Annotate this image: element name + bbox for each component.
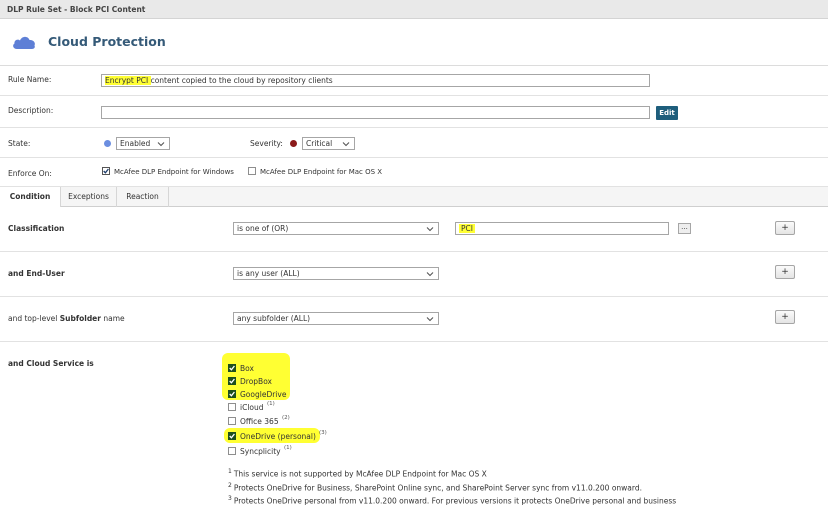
- classification-operator-select[interactable]: is one of (OR): [233, 222, 439, 235]
- footnote-3: 3 Protects OneDrive personal from v11.0.2…: [228, 495, 676, 506]
- checkmark-icon: [229, 378, 235, 384]
- cloud-service-checkbox[interactable]: [228, 377, 236, 385]
- rule-name-text: content copied to the cloud by repositor…: [150, 76, 333, 85]
- subfolder-row: and top-level Subfolder name any subfold…: [0, 297, 828, 342]
- cloud-service-name: Syncplicity: [240, 447, 281, 456]
- enforce-row: Enforce On: McAfee DLP Endpoint for Wind…: [0, 158, 828, 186]
- rule-tabs: Condition Exceptions Reaction: [0, 186, 828, 207]
- state-row: State: Enabled Severity: Critical: [0, 128, 828, 158]
- cloud-service-checkbox[interactable]: [228, 432, 236, 440]
- footnote-text: This service is not supported by McAfee …: [233, 469, 487, 479]
- cloud-service-footnote-ref: (3): [319, 430, 327, 436]
- tab-reaction[interactable]: Reaction: [117, 187, 169, 207]
- enforce-mac-label: McAfee DLP Endpoint for Mac OS X: [260, 168, 383, 176]
- subfolder-label-bold: Subfolder: [59, 314, 101, 323]
- state-select[interactable]: Enabled: [116, 137, 170, 150]
- rule-name-row: Rule Name: Encrypt PCI content copied to…: [0, 66, 828, 96]
- cloud-icon: [13, 36, 35, 49]
- description-label: Description:: [8, 106, 54, 115]
- chevron-down-icon: [426, 317, 434, 322]
- footnote-1: 1 This service is not supported by McAfee…: [228, 468, 487, 479]
- footnote-number: 2: [228, 482, 232, 489]
- cloud-service-checkbox[interactable]: [228, 447, 236, 455]
- footnote-text: Protects OneDrive personal from v11.0.20…: [233, 496, 677, 506]
- chevron-down-icon: [342, 142, 350, 147]
- cloud-service-checkbox[interactable]: [228, 390, 236, 398]
- rule-name-highlight: Encrypt PCI: [105, 76, 151, 85]
- enforce-windows-checkbox[interactable]: [102, 167, 110, 175]
- enforce-windows-label: McAfee DLP Endpoint for Windows: [114, 168, 234, 176]
- chevron-down-icon: [157, 142, 165, 147]
- description-input[interactable]: [101, 106, 650, 119]
- rule-name-input[interactable]: Encrypt PCI content copied to the cloud …: [101, 74, 650, 87]
- footnote-2: 2 Protects OneDrive for Business, SharePo…: [228, 482, 642, 493]
- subfolder-label-post: name: [100, 314, 125, 323]
- tab-exceptions[interactable]: Exceptions: [61, 187, 117, 207]
- subfolder-operator-value: any subfolder (ALL): [237, 314, 311, 323]
- rule-name-label: Rule Name:: [8, 75, 52, 84]
- description-row: Description: Edit: [0, 96, 828, 128]
- classification-value-input[interactable]: PCI: [455, 222, 669, 235]
- window-titlebar: DLP Rule Set - Block PCI Content: [0, 0, 828, 19]
- classification-value: PCI: [459, 224, 475, 233]
- edit-button[interactable]: Edit: [656, 106, 678, 120]
- classification-label: Classification: [8, 224, 65, 233]
- classification-add-button[interactable]: +: [775, 221, 795, 235]
- end-user-add-button[interactable]: +: [775, 265, 795, 279]
- window-title: DLP Rule Set - Block PCI Content: [7, 5, 146, 14]
- severity-value: Critical: [306, 139, 333, 148]
- page-header: Cloud Protection: [0, 19, 828, 66]
- cloud-service-name: Box: [240, 364, 254, 373]
- cloud-service-name: OneDrive (personal): [240, 432, 316, 441]
- cloud-service-name: GoogleDrive: [240, 390, 287, 399]
- chevron-down-icon: [426, 272, 434, 277]
- enforce-label: Enforce On:: [8, 169, 52, 178]
- subfolder-label: and top-level Subfolder name: [8, 314, 125, 323]
- cloud-service-footnote-ref: (1): [284, 445, 292, 451]
- classification-operator-value: is one of (OR): [237, 224, 289, 233]
- cloud-service-name: Office 365: [240, 417, 279, 426]
- cloud-service-footnote-ref: (1): [267, 401, 275, 407]
- checkmark-icon: [229, 391, 235, 397]
- cloud-service-checkbox[interactable]: [228, 364, 236, 372]
- chevron-down-icon: [426, 227, 434, 232]
- tab-condition[interactable]: Condition: [0, 187, 61, 207]
- subfolder-add-button[interactable]: +: [775, 310, 795, 324]
- classification-row: Classification is one of (OR) PCI ... +: [0, 207, 828, 252]
- checkmark-icon: [229, 365, 235, 371]
- state-value: Enabled: [120, 139, 151, 148]
- page-title: Cloud Protection: [48, 34, 166, 49]
- state-label: State:: [8, 139, 31, 148]
- cloud-service-label: and Cloud Service is: [8, 359, 94, 368]
- cloud-service-name: iCloud: [240, 403, 264, 412]
- end-user-label: and End-User: [8, 269, 65, 278]
- footnote-number: 1: [228, 468, 232, 475]
- enforce-mac-checkbox[interactable]: [248, 167, 256, 175]
- footnote-text: Protects OneDrive for Business, SharePoi…: [233, 483, 642, 493]
- end-user-operator-select[interactable]: is any user (ALL): [233, 267, 439, 280]
- subfolder-operator-select[interactable]: any subfolder (ALL): [233, 312, 439, 325]
- footnote-number: 3: [228, 495, 232, 502]
- cloud-service-checkbox[interactable]: [228, 417, 236, 425]
- severity-select[interactable]: Critical: [302, 137, 355, 150]
- end-user-row: and End-User is any user (ALL) +: [0, 252, 828, 297]
- cloud-service-footnote-ref: (2): [282, 415, 290, 421]
- cloud-service-checkbox[interactable]: [228, 403, 236, 411]
- cloud-service-name: DropBox: [240, 377, 272, 386]
- classification-browse-button[interactable]: ...: [678, 223, 691, 234]
- checkmark-icon: [103, 168, 109, 174]
- state-enabled-dot: [104, 140, 111, 147]
- severity-label: Severity:: [250, 139, 283, 148]
- checkmark-icon: [229, 433, 235, 439]
- end-user-operator-value: is any user (ALL): [237, 269, 300, 278]
- severity-critical-dot: [290, 140, 297, 147]
- subfolder-label-pre: and top-level: [8, 314, 60, 323]
